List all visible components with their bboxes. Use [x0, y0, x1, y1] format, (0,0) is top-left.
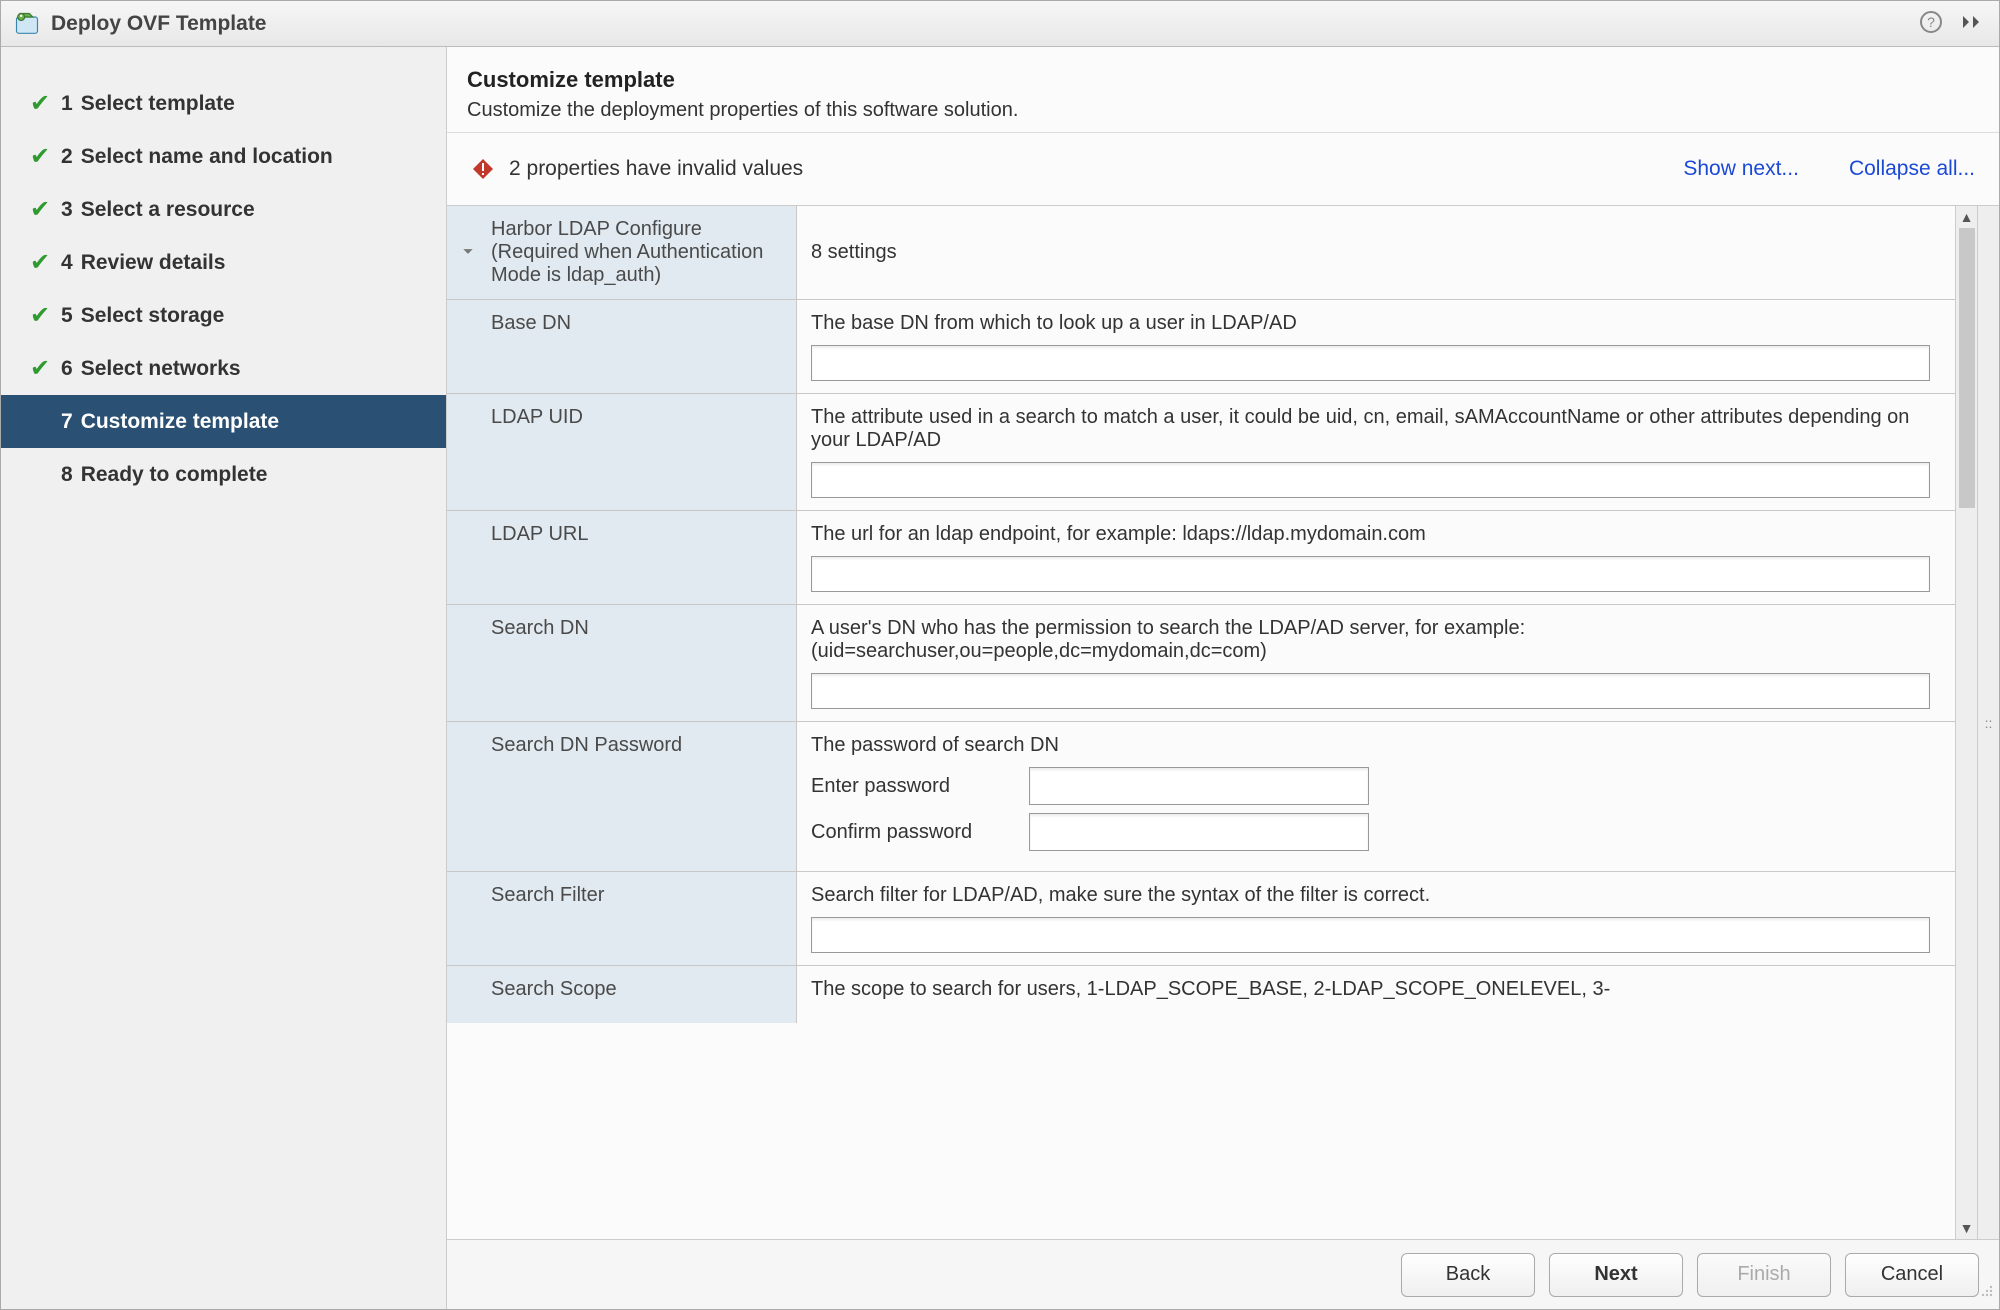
check-icon: ✔	[25, 89, 55, 118]
page-title: Customize template	[467, 67, 1979, 93]
desc-search-dn-password: The password of search DN	[811, 734, 1941, 757]
validation-bar: 2 properties have invalid values Show ne…	[447, 133, 1999, 205]
label-ldap-uid: LDAP UID	[447, 394, 797, 510]
scroll-up-icon[interactable]: ▲	[1956, 206, 1977, 228]
step-select-resource[interactable]: ✔3Select a resource	[1, 183, 446, 236]
label-base-dn: Base DN	[447, 300, 797, 393]
scroll-down-icon[interactable]: ▼	[1956, 1217, 1977, 1239]
step-select-name-location[interactable]: ✔2Select name and location	[1, 130, 446, 183]
desc-base-dn: The base DN from which to look up a user…	[811, 312, 1941, 335]
check-icon: ✔	[25, 142, 55, 171]
check-icon: ✔	[25, 195, 55, 224]
vertical-scrollbar[interactable]: ▲ ▼	[1955, 206, 1977, 1239]
row-search-scope: Search Scope The scope to search for use…	[447, 966, 1955, 1023]
label-search-dn: Search DN	[447, 605, 797, 721]
step-review-details[interactable]: ✔4Review details	[1, 236, 446, 289]
desc-search-scope: The scope to search for users, 1-LDAP_SC…	[811, 978, 1941, 1001]
step-select-storage[interactable]: ✔5Select storage	[1, 289, 446, 342]
desc-search-filter: Search filter for LDAP/AD, make sure the…	[811, 884, 1941, 907]
step-customize-template[interactable]: ✔7Customize template	[1, 395, 446, 448]
scroll-thumb[interactable]	[1959, 228, 1975, 508]
show-next-link[interactable]: Show next...	[1683, 157, 1799, 181]
collapse-all-link[interactable]: Collapse all...	[1849, 157, 1975, 181]
section-harbor-ldap[interactable]: Harbor LDAP Configure (Required when Aut…	[447, 206, 1955, 300]
help-icon[interactable]: ?	[1919, 10, 1947, 38]
input-confirm-password[interactable]	[1029, 813, 1369, 851]
section-summary: 8 settings	[811, 241, 897, 264]
input-search-filter[interactable]	[811, 917, 1930, 953]
desc-ldap-url: The url for an ldap endpoint, for exampl…	[811, 523, 1941, 546]
row-search-filter: Search Filter Search filter for LDAP/AD,…	[447, 872, 1955, 966]
page-header: Customize template Customize the deploym…	[447, 47, 1999, 133]
dialog-title: Deploy OVF Template	[51, 12, 1919, 36]
label-search-filter: Search Filter	[447, 872, 797, 965]
chevron-down-icon[interactable]	[461, 241, 475, 264]
main-panel: Customize template Customize the deploym…	[447, 47, 1999, 1309]
label-search-dn-password: Search DN Password	[447, 722, 797, 871]
expand-icon[interactable]	[1959, 10, 1987, 38]
row-search-dn-password: Search DN Password The password of searc…	[447, 722, 1955, 872]
check-icon: ✔	[25, 248, 55, 277]
label-ldap-url: LDAP URL	[447, 511, 797, 604]
validation-message: 2 properties have invalid values	[509, 157, 1683, 181]
section-label: Harbor LDAP Configure (Required when Aut…	[491, 218, 763, 286]
step-ready-to-complete[interactable]: ✔8Ready to complete	[1, 448, 446, 501]
check-icon: ✔	[25, 301, 55, 330]
input-enter-password[interactable]	[1029, 767, 1369, 805]
row-ldap-url: LDAP URL The url for an ldap endpoint, f…	[447, 511, 1955, 605]
deploy-ovf-dialog: Deploy OVF Template ? ✔1Select template …	[0, 0, 2000, 1310]
input-base-dn[interactable]	[811, 345, 1930, 381]
input-ldap-uid[interactable]	[811, 462, 1930, 498]
step-select-template[interactable]: ✔1Select template	[1, 77, 446, 130]
row-base-dn: Base DN The base DN from which to look u…	[447, 300, 1955, 394]
ovf-icon	[13, 10, 41, 38]
svg-text:?: ?	[1927, 14, 1935, 30]
settings-scroll-area: Harbor LDAP Configure (Required when Aut…	[447, 206, 1955, 1239]
wizard-sidebar: ✔1Select template ✔2Select name and loca…	[1, 47, 447, 1309]
resize-grip-icon[interactable]	[1977, 1281, 1995, 1305]
enter-password-label: Enter password	[811, 775, 1011, 798]
next-button[interactable]: Next	[1549, 1253, 1683, 1297]
finish-button: Finish	[1697, 1253, 1831, 1297]
back-button[interactable]: Back	[1401, 1253, 1535, 1297]
input-ldap-url[interactable]	[811, 556, 1930, 592]
label-search-scope: Search Scope	[447, 966, 797, 1023]
row-search-dn: Search DN A user's DN who has the permis…	[447, 605, 1955, 722]
confirm-password-label: Confirm password	[811, 821, 1011, 844]
page-subtitle: Customize the deployment properties of t…	[467, 99, 1979, 122]
cancel-button[interactable]: Cancel	[1845, 1253, 1979, 1297]
error-icon	[471, 157, 495, 181]
pane-drag-handle[interactable]: ::	[1977, 206, 1999, 1239]
step-select-networks[interactable]: ✔6Select networks	[1, 342, 446, 395]
dialog-footer: Back Next Finish Cancel	[447, 1239, 1999, 1309]
input-search-dn[interactable]	[811, 673, 1930, 709]
check-icon: ✔	[25, 354, 55, 383]
row-ldap-uid: LDAP UID The attribute used in a search …	[447, 394, 1955, 511]
desc-search-dn: A user's DN who has the permission to se…	[811, 617, 1941, 663]
desc-ldap-uid: The attribute used in a search to match …	[811, 406, 1941, 452]
title-bar: Deploy OVF Template ?	[1, 1, 1999, 47]
